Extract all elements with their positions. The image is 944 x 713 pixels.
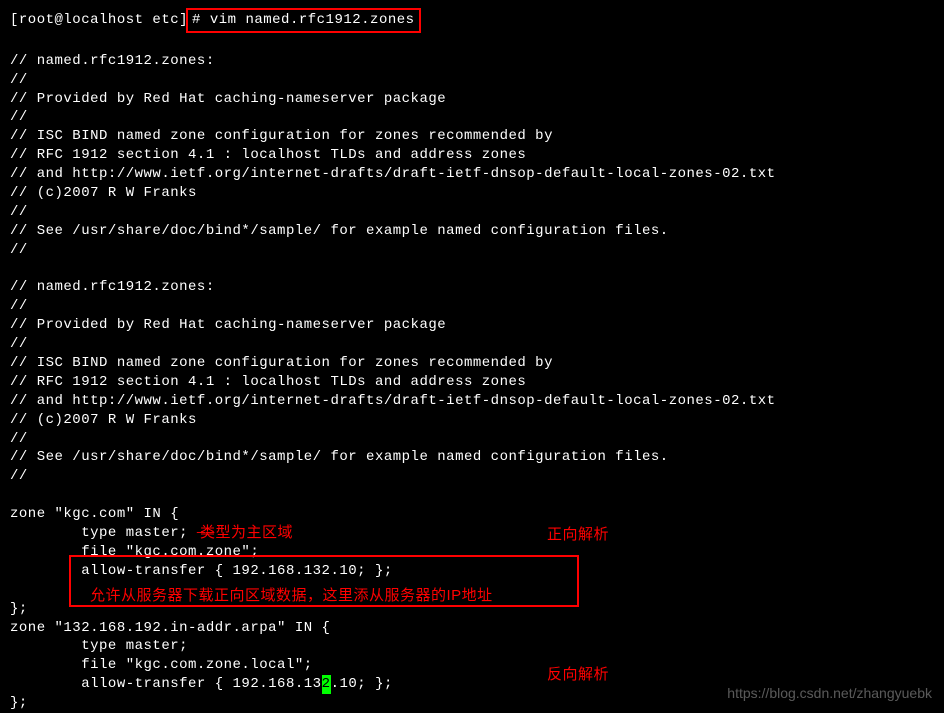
- command-text: # vim named.rfc1912.zones: [192, 12, 415, 28]
- header-line: // (c)2007 R W Franks: [10, 184, 934, 203]
- allow-post: .10; };: [331, 676, 393, 692]
- header-line: //: [10, 203, 934, 222]
- header-line: // (c)2007 R W Franks: [10, 411, 934, 430]
- annotation-reverse-resolve: 反向解析: [547, 665, 609, 685]
- file-header-block-1: // named.rfc1912.zones: // // Provided b…: [10, 52, 934, 260]
- zone-type: type master; ——: [10, 524, 934, 543]
- cursor-block: 2: [322, 675, 331, 694]
- header-line: // and http://www.ietf.org/internet-draf…: [10, 392, 934, 411]
- header-line: // Provided by Red Hat caching-nameserve…: [10, 316, 934, 335]
- header-line: // Provided by Red Hat caching-nameserve…: [10, 90, 934, 109]
- header-line: //: [10, 430, 934, 449]
- header-line: // RFC 1912 section 4.1 : localhost TLDs…: [10, 146, 934, 165]
- zone-allow-transfer: allow-transfer { 192.168.132.10; };: [10, 562, 934, 581]
- command-box: # vim named.rfc1912.zones: [186, 8, 421, 33]
- header-line: // See /usr/share/doc/bind*/sample/ for …: [10, 448, 934, 467]
- header-line: //: [10, 71, 934, 90]
- zone-decl: zone "kgc.com" IN {: [10, 505, 934, 524]
- header-line: // RFC 1912 section 4.1 : localhost TLDs…: [10, 373, 934, 392]
- header-line: // See /usr/share/doc/bind*/sample/ for …: [10, 222, 934, 241]
- zone-type: type master;: [10, 637, 934, 656]
- prompt-line[interactable]: [root@localhost etc]# vim named.rfc1912.…: [10, 8, 934, 33]
- header-line: // ISC BIND named zone configuration for…: [10, 354, 934, 373]
- prompt-user-host: [root@localhost etc]: [10, 12, 188, 28]
- blank-line: [10, 486, 934, 505]
- watermark: https://blog.csdn.net/zhangyuebk: [727, 684, 932, 703]
- annotation-type-master: 类型为主区域: [200, 523, 293, 543]
- allow-pre: allow-transfer { 192.168.13: [10, 676, 322, 692]
- blank-line: [10, 260, 934, 279]
- blank-line: [10, 33, 934, 52]
- header-line: //: [10, 297, 934, 316]
- header-line: // and http://www.ietf.org/internet-draf…: [10, 165, 934, 184]
- zone-type-text: type master;: [10, 525, 188, 541]
- zone-decl: zone "132.168.192.in-addr.arpa" IN {: [10, 619, 934, 638]
- header-line: // named.rfc1912.zones:: [10, 278, 934, 297]
- annotation-allow-transfer: 允许从服务器下载正向区域数据，这里添从服务器的IP地址: [90, 586, 493, 606]
- file-header-block-2: // named.rfc1912.zones: // // Provided b…: [10, 278, 934, 486]
- header-line: //: [10, 108, 934, 127]
- zone-file: file "kgc.com.zone.local";: [10, 656, 934, 675]
- header-line: //: [10, 241, 934, 260]
- header-line: //: [10, 467, 934, 486]
- header-line: //: [10, 335, 934, 354]
- zone-file: file "kgc.com.zone";: [10, 543, 934, 562]
- header-line: // named.rfc1912.zones:: [10, 52, 934, 71]
- header-line: // ISC BIND named zone configuration for…: [10, 127, 934, 146]
- annotation-forward-resolve: 正向解析: [547, 525, 609, 545]
